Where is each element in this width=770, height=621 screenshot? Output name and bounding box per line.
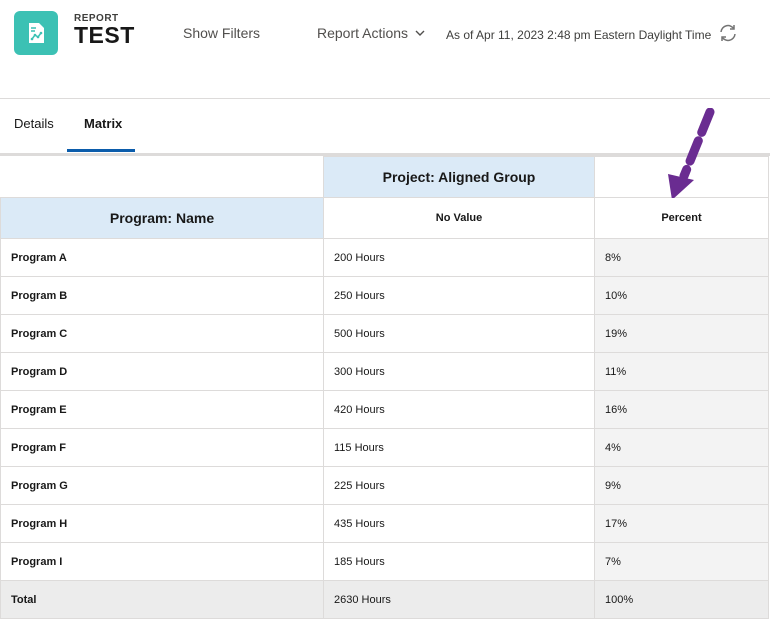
program-name-cell[interactable]: Program B [0,276,324,315]
total-hours-cell[interactable]: 2630 Hours [323,580,595,619]
table-row: Program C 500 Hours 19% [0,314,769,353]
chevron-down-icon [415,30,425,36]
active-tab-indicator [67,149,135,152]
hours-cell[interactable]: 500 Hours [323,314,595,353]
report-tabs: Details Matrix [0,99,770,156]
table-row: Program G 225 Hours 9% [0,466,769,505]
percent-cell[interactable]: 4% [594,428,769,467]
matrix-table-container: Project: Aligned Group Program: Name No … [0,156,769,619]
table-row: Program A 200 Hours 8% [0,238,769,277]
column-header-no-value[interactable]: No Value [323,197,595,239]
program-name-cell[interactable]: Program A [0,238,324,277]
hours-cell[interactable]: 250 Hours [323,276,595,315]
program-name-cell[interactable]: Program C [0,314,324,353]
hours-cell[interactable]: 435 Hours [323,504,595,543]
percent-cell[interactable]: 10% [594,276,769,315]
report-actions-label: Report Actions [317,25,409,41]
total-row: Total 2630 Hours 100% [0,580,769,619]
program-name-cell[interactable]: Program H [0,504,324,543]
table-row: Program H 435 Hours 17% [0,504,769,543]
show-filters-button[interactable]: Show Filters [183,25,260,41]
table-row: Program F 115 Hours 4% [0,428,769,467]
empty-corner-cell [0,156,324,198]
percent-cell[interactable]: 7% [594,542,769,581]
report-chart-icon [29,23,44,43]
annotation-arrow-icon [668,108,715,198]
percent-cell[interactable]: 9% [594,466,769,505]
percent-cell[interactable]: 19% [594,314,769,353]
row-header-cell[interactable]: Program: Name [0,197,324,239]
hours-cell[interactable]: 300 Hours [323,352,595,391]
hours-cell[interactable]: 115 Hours [323,428,595,467]
program-name-cell[interactable]: Program F [0,428,324,467]
tab-details[interactable]: Details [14,116,54,131]
percent-cell[interactable]: 16% [594,390,769,429]
percent-cell[interactable]: 8% [594,238,769,277]
report-title: TEST [74,22,135,48]
program-name-cell[interactable]: Program E [0,390,324,429]
total-name-cell[interactable]: Total [0,580,324,619]
table-row: Program E 420 Hours 16% [0,390,769,429]
group-header-cell[interactable]: Project: Aligned Group [323,156,595,198]
report-header: REPORT TEST Show Filters Report Actions … [0,0,770,99]
table-row: Program B 250 Hours 10% [0,276,769,315]
group-header-row: Project: Aligned Group [0,156,769,198]
program-name-cell[interactable]: Program D [0,352,324,391]
column-header-percent[interactable]: Percent [594,197,769,239]
hours-cell[interactable]: 420 Hours [323,390,595,429]
program-name-cell[interactable]: Program G [0,466,324,505]
column-header-row: Program: Name No Value Percent [0,197,769,239]
matrix-body: Program A 200 Hours 8% Program B 250 Hours 10… [0,238,769,619]
total-percent-cell[interactable]: 100% [594,580,769,619]
report-actions-button[interactable]: Report Actions [317,25,426,41]
hours-cell[interactable]: 200 Hours [323,238,595,277]
table-row: Program I 185 Hours 7% [0,542,769,581]
tab-matrix[interactable]: Matrix [84,116,122,131]
table-row: Program D 300 Hours 11% [0,352,769,391]
hours-cell[interactable]: 225 Hours [323,466,595,505]
report-app-icon [14,11,58,55]
program-name-cell[interactable]: Program I [0,542,324,581]
hours-cell[interactable]: 185 Hours [323,542,595,581]
percent-cell[interactable]: 17% [594,504,769,543]
percent-cell[interactable]: 11% [594,352,769,391]
refresh-icon[interactable] [717,22,739,44]
matrix-table: Project: Aligned Group Program: Name No … [0,156,769,619]
as-of-timestamp: As of Apr 11, 2023 2:48 pm Eastern Dayli… [446,28,712,42]
